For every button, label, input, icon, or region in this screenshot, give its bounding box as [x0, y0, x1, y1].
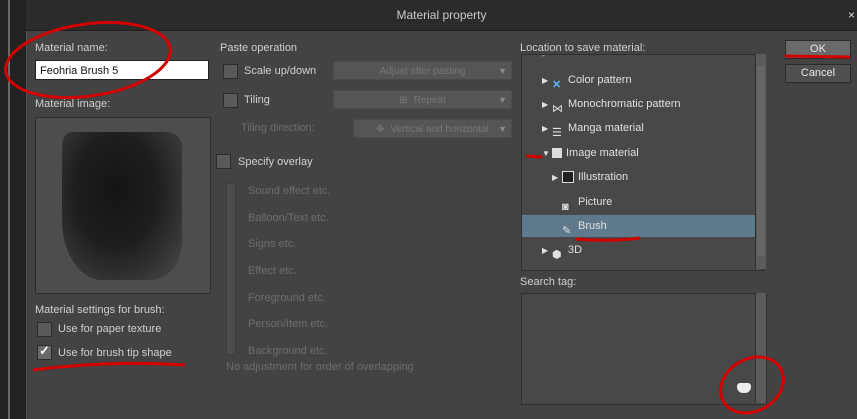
- tree-item-label: 3D: [568, 244, 583, 256]
- brush-settings-label: Material settings for brush:: [35, 304, 165, 316]
- overlay-item[interactable]: Background etc.: [248, 345, 328, 357]
- tree-row-brush[interactable]: ✎ Brush: [522, 215, 758, 237]
- paste-operation-label: Paste operation: [220, 42, 298, 54]
- overlay-note: No adjustment for order of overlapping: [226, 361, 414, 373]
- chevron-down-icon: ▼: [498, 124, 507, 134]
- material-folder-tree: ▸ ▪ ▪▪▪▪▪▪▪▪ ▶ ✕ Color pattern ▶ ⋈ Monochrom…: [521, 54, 765, 271]
- scale-checkbox[interactable]: [223, 64, 238, 79]
- material-image-preview: [35, 117, 211, 294]
- expand-arrow-icon[interactable]: ▶: [542, 70, 550, 92]
- tree-scrollbar[interactable]: [755, 54, 766, 269]
- overlay-checkbox[interactable]: [216, 154, 231, 169]
- tree-item-label: Image material: [566, 147, 639, 159]
- overlay-item[interactable]: Foreground etc.: [248, 292, 326, 304]
- tree-row-picture[interactable]: ◙ Picture: [552, 191, 764, 214]
- expand-arrow-icon[interactable]: ▶: [542, 94, 550, 116]
- 3d-icon: ⬢: [552, 249, 562, 262]
- search-tag-label: Search tag:: [520, 276, 577, 288]
- tree-item-label: Monochromatic pattern: [568, 98, 681, 110]
- tiling-direction-dropdown[interactable]: ✥ Vertical and horizontal ▼: [353, 119, 512, 138]
- tree-row-3d[interactable]: ▶ ⬢ 3D: [542, 239, 764, 262]
- location-label: Location to save material:: [520, 42, 646, 54]
- collapse-arrow-icon[interactable]: ▼: [542, 143, 550, 165]
- overlay-label: Specify overlay: [238, 156, 313, 168]
- tiling-dropdown-value: Repeat: [413, 95, 446, 106]
- material-name-label: Material name:: [35, 42, 108, 54]
- overlay-item[interactable]: Signs etc.: [248, 238, 296, 250]
- search-tag-box[interactable]: [521, 293, 767, 405]
- paper-texture-checkbox[interactable]: [37, 322, 52, 337]
- image-material-icon: [552, 148, 562, 159]
- overlay-order-slider[interactable]: [226, 183, 236, 355]
- tree-item-label: Brush: [578, 220, 607, 232]
- material-name-input[interactable]: Feohria Brush 5: [35, 60, 209, 80]
- color-pattern-icon: ✕: [552, 79, 562, 92]
- close-icon[interactable]: ×: [848, 8, 855, 22]
- chevron-down-icon: ▼: [498, 95, 507, 105]
- expand-arrow-icon[interactable]: ▶: [552, 167, 560, 189]
- scrollbar-thumb[interactable]: [757, 66, 765, 256]
- checkmark-icon: ✓: [39, 343, 50, 358]
- title-bar: Material property: [26, 0, 857, 31]
- brush-icon: ✎: [562, 225, 572, 238]
- tree-item-label: Color pattern: [568, 74, 632, 86]
- tree-row-color-pattern[interactable]: ▶ ✕ Color pattern: [542, 69, 764, 92]
- tree-row-manga-material[interactable]: ▶ ☰ Manga material: [542, 117, 764, 140]
- tree-row-partial: ▸ ▪ ▪▪▪▪▪▪▪▪: [542, 54, 589, 60]
- tree-item-label: Picture: [578, 196, 613, 208]
- tree-row-illustration[interactable]: ▶ Illustration: [552, 166, 764, 189]
- overlay-item[interactable]: Person/Item etc.: [248, 318, 328, 330]
- tree-row-monochromatic-pattern[interactable]: ▶ ⋈ Monochromatic pattern: [542, 93, 764, 116]
- tiling-checkbox[interactable]: [223, 93, 238, 108]
- tree-row-image-material[interactable]: ▼ Image material: [542, 142, 764, 165]
- camera-icon: ◙: [562, 201, 569, 214]
- paper-texture-label: Use for paper texture: [58, 323, 162, 335]
- scale-label: Scale up/down: [244, 65, 317, 77]
- chevron-down-icon: ▼: [498, 66, 507, 76]
- ok-button[interactable]: OK: [785, 40, 851, 59]
- material-image-label: Material image:: [35, 98, 111, 110]
- overlay-item[interactable]: Balloon/Text etc.: [248, 212, 329, 224]
- scale-dropdown-value: Adjust after pasting: [379, 66, 466, 77]
- direction-icon: ✥: [376, 124, 385, 135]
- tiling-dropdown[interactable]: ⊞ Repeat ▼: [333, 90, 512, 109]
- tree-item-label: Illustration: [578, 171, 629, 183]
- material-property-dialog: Material name: Feohria Brush 5 Material …: [27, 31, 857, 419]
- tag-scrollbar[interactable]: [755, 293, 766, 403]
- manga-material-icon: ☰: [552, 127, 562, 140]
- tiling-direction-value: Vertical and horizontal: [390, 124, 489, 135]
- left-edge-line: [8, 0, 10, 419]
- add-tag-icon[interactable]: [737, 383, 751, 393]
- brush-tip-checkbox[interactable]: ✓: [37, 343, 52, 360]
- tree-item-label: Manga material: [568, 122, 644, 134]
- tiling-label: Tiling: [244, 94, 270, 106]
- brush-tip-label: Use for brush tip shape: [58, 347, 172, 359]
- left-edge-strip: [0, 0, 27, 419]
- overlay-item[interactable]: Sound effect etc.: [248, 185, 330, 197]
- brush-tip-preview-image: [62, 132, 182, 280]
- tiling-direction-label: Tiling direction:: [241, 122, 315, 134]
- monochromatic-pattern-icon: ⋈: [552, 103, 563, 116]
- expand-arrow-icon[interactable]: ▶: [542, 240, 550, 262]
- window-title: Material property: [396, 8, 487, 22]
- illustration-icon: [562, 171, 574, 184]
- expand-arrow-icon[interactable]: ▶: [542, 118, 550, 140]
- repeat-icon: ⊞: [399, 95, 408, 106]
- scale-dropdown[interactable]: Adjust after pasting ▼: [333, 61, 512, 80]
- cancel-button[interactable]: Cancel: [785, 64, 851, 83]
- overlay-item[interactable]: Effect etc.: [248, 265, 297, 277]
